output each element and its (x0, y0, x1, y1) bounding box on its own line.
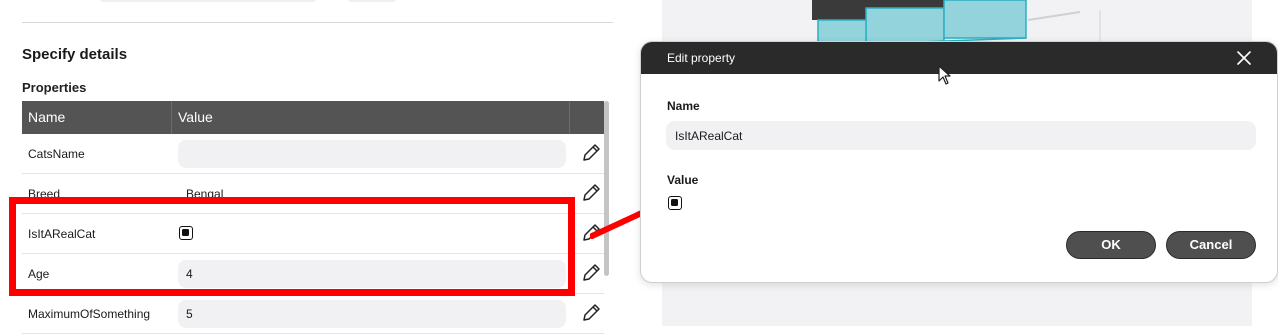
highlight-box (9, 197, 575, 296)
left-pane: Specify details Properties Name Value Ca… (0, 0, 640, 334)
table-row: MaximumOfSomething 5 (22, 294, 604, 334)
column-header-name: Name (22, 101, 172, 134)
edit-property-dialog: Edit property Name IsItARealCat Value OK… (640, 41, 1278, 283)
value-checkbox[interactable] (668, 196, 682, 210)
table-row: CatsName (22, 134, 604, 174)
pencil-icon[interactable] (580, 262, 602, 284)
top-field-remnant (346, 0, 398, 2)
dialog-header: Edit property (641, 42, 1277, 74)
property-name: CatsName (28, 147, 85, 161)
dialog-title: Edit property (667, 51, 736, 65)
column-header-value: Value (172, 101, 570, 134)
property-value-input[interactable]: 5 (178, 300, 566, 328)
divider (22, 22, 613, 23)
name-input[interactable]: IsItARealCat (666, 121, 1256, 150)
property-value-text: 5 (186, 307, 193, 321)
cancel-button[interactable]: Cancel (1166, 231, 1256, 259)
pencil-icon[interactable] (580, 142, 602, 164)
table-header: Name Value (22, 101, 604, 134)
section-title: Specify details (22, 46, 128, 63)
name-input-value: IsItARealCat (675, 129, 743, 143)
name-label: Name (667, 99, 700, 113)
property-value-input[interactable] (178, 140, 566, 168)
value-label: Value (667, 173, 699, 187)
properties-title: Properties (22, 80, 87, 95)
top-field-remnant (98, 0, 318, 2)
close-icon[interactable] (1235, 49, 1253, 67)
pencil-icon[interactable] (580, 302, 602, 324)
property-name: MaximumOfSomething (28, 307, 151, 321)
mouse-pointer-icon (938, 65, 951, 85)
column-header-edit (570, 101, 604, 134)
table-scrollbar[interactable] (604, 101, 609, 276)
ok-button[interactable]: OK (1066, 231, 1156, 259)
